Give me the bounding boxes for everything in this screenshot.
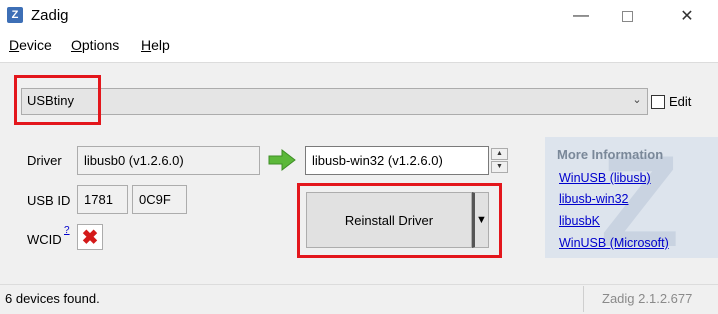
minimize-icon: — bbox=[573, 7, 589, 24]
usb-pid-field: 0C9F bbox=[132, 185, 187, 214]
menu-options-label: ptions bbox=[81, 37, 120, 53]
status-divider bbox=[583, 286, 584, 312]
usb-vid-field: 1781 bbox=[77, 185, 128, 214]
link-libusb-win32[interactable]: libusb-win32 bbox=[559, 192, 628, 207]
maximize-icon bbox=[621, 10, 633, 22]
wcid-help-link[interactable]: ? bbox=[64, 225, 70, 237]
wcid-status-icon: ✖ bbox=[77, 224, 103, 250]
link-winusb-libusb[interactable]: WinUSB (libusb) bbox=[559, 171, 651, 186]
link-winusb-microsoft[interactable]: WinUSB (Microsoft) bbox=[559, 236, 669, 251]
usb-id-label: USB ID bbox=[27, 193, 71, 208]
driver-label: Driver bbox=[27, 153, 62, 168]
menu-device-mnemonic: D bbox=[9, 37, 20, 53]
current-driver-field: libusb0 (v1.2.6.0) bbox=[77, 146, 260, 175]
menu-options-mnemonic: O bbox=[71, 37, 82, 53]
menu-help-mnemonic: H bbox=[141, 37, 152, 53]
app-icon: Z bbox=[7, 7, 23, 23]
edit-checkbox[interactable] bbox=[651, 95, 665, 109]
highlight-device-select bbox=[14, 75, 101, 125]
menu-help[interactable]: Help bbox=[141, 37, 170, 53]
info-title: More Information bbox=[557, 147, 664, 162]
menu-device[interactable]: Device bbox=[9, 37, 52, 53]
target-driver-field[interactable]: libusb-win32 (v1.2.6.0) bbox=[305, 146, 489, 175]
menu-device-label: evice bbox=[19, 37, 52, 53]
device-select[interactable] bbox=[21, 88, 648, 115]
close-icon: ✕ bbox=[680, 8, 694, 25]
version-label: Zadig 2.1.2.677 bbox=[602, 291, 693, 306]
close-button[interactable]: ✕ bbox=[664, 0, 710, 32]
highlight-reinstall-button bbox=[297, 183, 502, 258]
edit-label: Edit bbox=[669, 94, 692, 109]
status-message: 6 devices found. bbox=[5, 291, 100, 306]
wcid-label: WCID bbox=[27, 232, 62, 247]
link-libusbk[interactable]: libusbK bbox=[559, 214, 600, 229]
chevron-down-icon[interactable]: ⌄ bbox=[630, 93, 644, 107]
driver-spinner[interactable]: ▲ ▼ bbox=[491, 148, 508, 173]
minimize-button[interactable]: — bbox=[558, 0, 604, 32]
menu-options[interactable]: Options bbox=[71, 37, 119, 53]
arrow-right-icon bbox=[268, 149, 296, 171]
menu-help-label: elp bbox=[151, 37, 170, 53]
maximize-button[interactable] bbox=[604, 0, 650, 32]
spinner-down-icon[interactable]: ▼ bbox=[491, 161, 508, 173]
spinner-up-icon[interactable]: ▲ bbox=[491, 148, 508, 160]
window-title: Zadig bbox=[31, 7, 69, 24]
